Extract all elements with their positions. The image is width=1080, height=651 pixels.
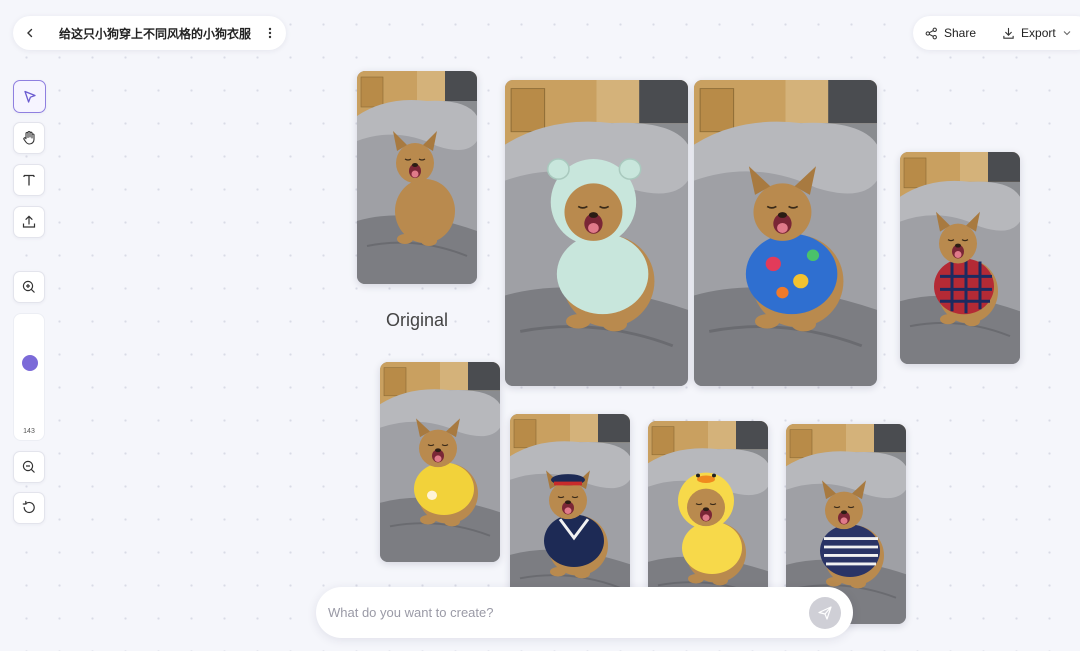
export-button[interactable]: Export [1002, 26, 1072, 40]
back-button[interactable] [13, 16, 47, 50]
chevron-left-icon [27, 28, 33, 38]
select-tool-button[interactable] [13, 80, 46, 113]
more-options-button[interactable] [254, 16, 286, 50]
kebab-menu-icon [268, 27, 272, 39]
zoom-slider[interactable]: 143 [13, 313, 45, 441]
image-yellow-sweater[interactable] [380, 362, 500, 562]
share-button[interactable]: Share [925, 26, 976, 40]
export-label: Export [1021, 26, 1056, 40]
image-sailor-outfit[interactable] [510, 414, 630, 614]
image-plaid-shirt[interactable] [900, 152, 1020, 364]
page-title: 给这只小狗穿上不同风格的小狗衣服 [59, 26, 252, 41]
image-original[interactable] [357, 71, 477, 284]
dog-photo-sailor-outfit [510, 414, 630, 614]
image-mint-bear-hoodie[interactable] [505, 80, 688, 386]
dog-photo-plaid-shirt [900, 152, 1020, 364]
upload-tool-button[interactable] [13, 206, 45, 238]
image-hawaiian-shirt[interactable] [694, 80, 877, 386]
download-icon [1003, 27, 1014, 39]
zoom-out-button[interactable] [13, 451, 45, 483]
text-tool-button[interactable] [13, 164, 45, 196]
zoom-in-icon [22, 280, 35, 293]
zoom-in-button[interactable] [13, 271, 45, 303]
zoom-value: 143 [23, 428, 35, 435]
hand-icon [23, 130, 35, 145]
title-bar: 给这只小狗穿上不同风格的小狗衣服 [13, 16, 286, 50]
zoom-out-icon [22, 460, 35, 473]
send-button[interactable] [809, 596, 841, 629]
top-right-actions: Share Export [913, 16, 1080, 50]
prompt-bar [316, 587, 853, 638]
zoom-slider-handle[interactable] [22, 355, 38, 372]
text-icon [23, 174, 35, 186]
dog-photo-mint-bear-hoodie [505, 80, 688, 386]
dog-photo-yellow-sweater [380, 362, 500, 562]
send-icon [818, 605, 832, 620]
share-label: Share [944, 26, 977, 40]
prompt-input[interactable] [328, 605, 809, 620]
dog-photo-hawaiian-shirt [694, 80, 877, 386]
cursor-arrow-icon [23, 90, 36, 103]
dog-photo-original [357, 71, 477, 284]
chevron-down-icon [1063, 31, 1071, 36]
hand-tool-button[interactable] [13, 122, 45, 154]
original-label: Original [385, 310, 449, 330]
reset-view-button[interactable] [13, 492, 45, 524]
rotate-ccw-icon [22, 500, 35, 514]
upload-icon [22, 215, 36, 228]
share-icon [925, 27, 937, 39]
